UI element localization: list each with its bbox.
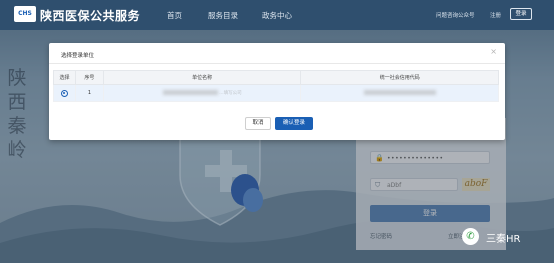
unit-table: 选择 序号 单位名称 统一社会信用代码 1 ...填写公司 (53, 70, 499, 102)
wechat-icon: ✆ (462, 228, 479, 245)
select-unit-dialog: 选择登录单位 × 选择 序号 单位名称 统一社会信用代码 1 ...填写公司 取… (49, 43, 505, 140)
watermark-text: 三秦HR (486, 234, 521, 245)
column-header-credit-code: 统一社会信用代码 (300, 70, 499, 85)
nav-service-catalog[interactable]: 服务目录 (208, 10, 238, 21)
row-index: 1 (74, 84, 104, 102)
table-row[interactable]: 1 ...填写公司 (53, 84, 499, 102)
row-select-cell[interactable] (53, 84, 76, 102)
unit-name-visible: ...填写公司 (219, 91, 242, 96)
site-title: 陕西医保公共服务 (40, 9, 141, 23)
header-register-link[interactable]: 注册 (490, 11, 501, 19)
column-header-unit-name: 单位名称 (102, 70, 302, 85)
help-account-link[interactable]: 问题咨询公众号 (436, 11, 475, 19)
close-icon[interactable]: × (490, 47, 497, 56)
nav-government-center[interactable]: 政务中心 (262, 10, 292, 21)
header-login-button[interactable]: 登录 (510, 8, 532, 20)
redacted-text (363, 90, 436, 95)
radio-selected-icon[interactable] (60, 89, 68, 97)
redacted-text (162, 90, 218, 95)
row-unit-name: ...填写公司 (102, 84, 302, 102)
chs-logo: CHS (14, 6, 36, 22)
divider (49, 63, 505, 64)
row-credit-code (300, 84, 499, 102)
dialog-title: 选择登录单位 (61, 53, 95, 59)
column-header-select: 选择 (53, 70, 76, 85)
cancel-button[interactable]: 取消 (245, 117, 271, 130)
column-header-index: 序号 (74, 70, 104, 85)
top-navigation: CHS 陕西医保公共服务 首页 服务目录 政务中心 问题咨询公众号 注册 登录 (0, 0, 554, 30)
confirm-login-button[interactable]: 确认登录 (275, 117, 313, 130)
nav-home[interactable]: 首页 (167, 10, 182, 21)
